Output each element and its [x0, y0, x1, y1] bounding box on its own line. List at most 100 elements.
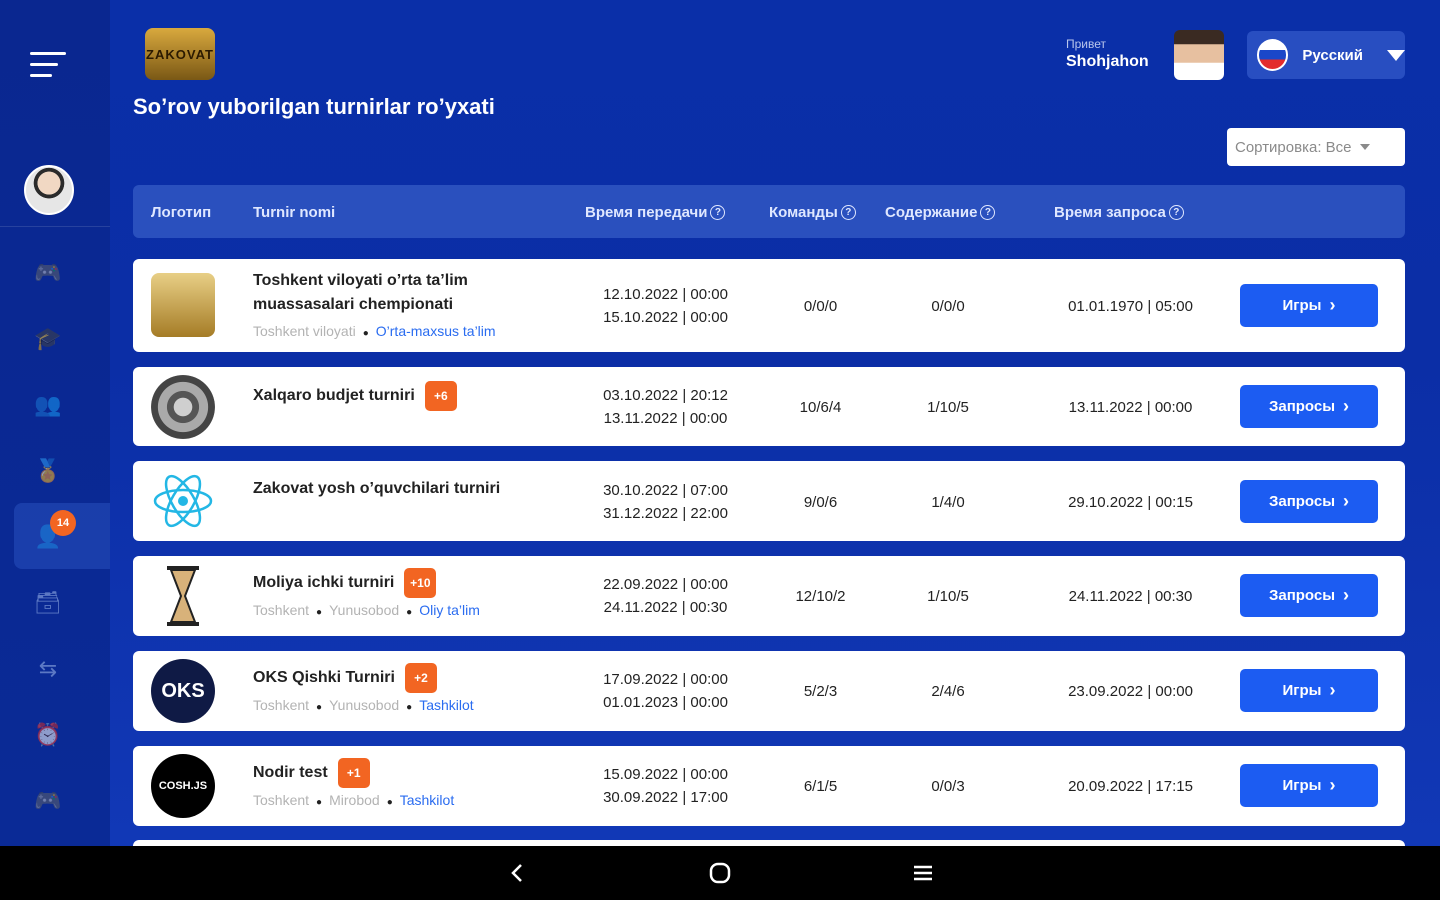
tournament-meta: Toshkent ● Yunusobod ● Tashkilot: [253, 697, 474, 713]
page-title: So’rov yuborilgan turnirlar ro’yxati: [133, 94, 495, 119]
tournament-name: Zakovat yosh o’quvchilari turniri: [253, 480, 501, 497]
content-count: 1/10/5: [927, 588, 969, 605]
col-teams: Команды?: [769, 204, 856, 221]
teams-count: 6/1/5: [803, 778, 838, 795]
language-select[interactable]: Русский: [1247, 31, 1405, 79]
tournament-name: Nodir test +1: [253, 758, 370, 788]
broadcast-time: 15.09.2022 | 00:00 30.09.2022 | 17:00: [603, 766, 728, 806]
react-logo-icon: [151, 469, 215, 533]
table-header: Логотип Turnir nomi Время передачи? Кома…: [133, 185, 1405, 238]
zakovat-logo[interactable]: ZAKOVAT: [145, 28, 215, 80]
games-button[interactable]: Игры ›: [1240, 764, 1378, 807]
chevron-right-icon: ›: [1329, 775, 1336, 795]
requests-button[interactable]: Запросы ›: [1240, 574, 1378, 617]
tournament-logo: COSH.JS: [151, 754, 215, 818]
sort-select[interactable]: Сортировка: Все: [1227, 128, 1405, 166]
transfer-icon[interactable]: ⇆: [33, 654, 63, 684]
tournament-meta: Toshkent viloyati ● O’rta-maxsus ta’lim: [253, 323, 496, 339]
request-time: 24.11.2022 | 00:30: [1068, 588, 1193, 605]
language-label: Русский: [1302, 46, 1363, 64]
table-row[interactable]: COSH.JS Nodir test +1 Toshkent ● Mirobod ● Ta…: [133, 746, 1405, 826]
medal-icon[interactable]: 🏅: [33, 456, 63, 486]
teams-count: 5/2/3: [803, 683, 838, 700]
col-logo: Логотип: [151, 204, 212, 221]
broadcast-time: 03.10.2022 | 20:12 13.11.2022 | 00:00: [603, 387, 728, 427]
col-content: Содержание?: [885, 204, 996, 221]
content-count: 0/0/3: [931, 778, 965, 795]
table-row[interactable]: Xalqaro budjet turniri +6 03.10.2022 | 20…: [133, 367, 1405, 446]
archive-icon[interactable]: 🗃: [33, 588, 63, 618]
tournament-logo: [151, 273, 215, 337]
content-count: 0/0/0: [931, 298, 965, 315]
gamepad-icon[interactable]: 🎮: [33, 786, 63, 816]
home-icon[interactable]: [705, 858, 735, 888]
request-time: 23.09.2022 | 00:00: [1068, 683, 1193, 700]
gamepad-icon[interactable]: 🎮: [33, 258, 63, 288]
extra-badge: +1: [337, 758, 370, 788]
teams-count: 10/6/4: [799, 399, 842, 416]
col-name: Turnir nomi: [253, 204, 336, 221]
chevron-right-icon: ›: [1329, 680, 1336, 700]
col-broadcast-time: Время передачи?: [585, 204, 726, 221]
help-icon[interactable]: ?: [840, 205, 856, 220]
broadcast-time: 17.09.2022 | 00:00 01.01.2023 | 00:00: [603, 671, 728, 711]
extra-badge: +10: [404, 568, 437, 598]
menu-icon[interactable]: [30, 52, 66, 80]
help-icon[interactable]: ?: [710, 205, 726, 220]
chevron-down-icon: [1387, 49, 1405, 61]
extra-badge: +2: [404, 663, 437, 693]
team-icon[interactable]: 👥: [33, 390, 63, 420]
chevron-right-icon: ›: [1343, 396, 1350, 416]
games-button[interactable]: Игры ›: [1240, 284, 1378, 327]
user-name: Shohjahon: [1066, 53, 1149, 70]
tournament-name: Toshkent viloyati o’rta ta’lim muassasal…: [253, 272, 468, 313]
games-button[interactable]: Игры ›: [1240, 669, 1378, 712]
sidebar-divider: [0, 226, 110, 227]
requests-button[interactable]: Запросы ›: [1240, 480, 1378, 523]
help-icon[interactable]: ?: [980, 205, 996, 220]
sidebar: 🎮 🎓 👥 🏅 👤 14 🗃 ⇆ ⏰ 🎮: [0, 0, 110, 846]
tournament-name: Xalqaro budjet turniri +6: [253, 381, 457, 411]
extra-badge: +6: [424, 381, 457, 411]
tournament-logo: OKS: [151, 659, 215, 723]
sidebar-avatar[interactable]: [24, 165, 74, 215]
col-request-time: Время запроса?: [1054, 204, 1184, 221]
request-time: 20.09.2022 | 17:15: [1068, 778, 1193, 795]
request-time: 13.11.2022 | 00:00: [1068, 399, 1193, 416]
broadcast-time: 30.10.2022 | 07:00 31.12.2022 | 22:00: [603, 482, 728, 522]
tournament-logo: [151, 375, 215, 439]
table-row[interactable]: Zakovat yosh o’quvchilari turniri 30.10.…: [133, 461, 1405, 541]
help-icon[interactable]: ?: [1168, 205, 1184, 220]
chevron-right-icon: ›: [1343, 585, 1350, 605]
tournament-meta: Toshkent ● Yunusobod ● Oliy ta’lim: [253, 602, 480, 618]
content-count: 2/4/6: [931, 683, 965, 700]
back-icon[interactable]: [502, 858, 532, 888]
request-time: 29.10.2022 | 00:15: [1068, 494, 1193, 511]
hourglass-logo-icon: [151, 564, 215, 628]
chevron-right-icon: ›: [1343, 491, 1350, 511]
tournament-name: Moliya ichki turniri +10: [253, 568, 437, 598]
user-avatar[interactable]: [1174, 30, 1224, 80]
greeting-label: Привет: [1066, 37, 1107, 51]
recents-icon[interactable]: [908, 858, 938, 888]
russia-flag-icon: [1257, 39, 1289, 71]
teams-count: 9/0/6: [803, 494, 838, 511]
broadcast-time: 22.09.2022 | 00:00 24.11.2022 | 00:30: [603, 576, 728, 616]
chevron-right-icon: ›: [1329, 295, 1336, 315]
teams-count: 12/10/2: [795, 588, 846, 605]
table-row[interactable]: Moliya ichki turniri +10 Toshkent ● Yunusob…: [133, 556, 1405, 636]
table-row[interactable]: Toshkent viloyati o’rta ta’lim muassasal…: [133, 259, 1405, 352]
notification-badge: 14: [50, 510, 76, 536]
chevron-down-icon: [1359, 144, 1370, 150]
tournament-name: OKS Qishki Turniri +2: [253, 663, 437, 693]
request-time: 01.01.1970 | 05:00: [1068, 298, 1193, 315]
requests-button[interactable]: Запросы ›: [1240, 385, 1378, 428]
system-nav-bar: [0, 846, 1440, 900]
table-row[interactable]: OKS OKS Qishki Turniri +2 Toshkent ● Yunuso…: [133, 651, 1405, 731]
graduate-icon[interactable]: 🎓: [33, 324, 63, 354]
content-count: 1/10/5: [927, 399, 969, 416]
tournament-meta: Toshkent ● Mirobod ● Tashkilot: [253, 792, 455, 808]
alarm-icon[interactable]: ⏰: [33, 720, 63, 750]
content-count: 1/4/0: [931, 494, 965, 511]
sort-label: Сортировка: Все: [1235, 138, 1352, 156]
